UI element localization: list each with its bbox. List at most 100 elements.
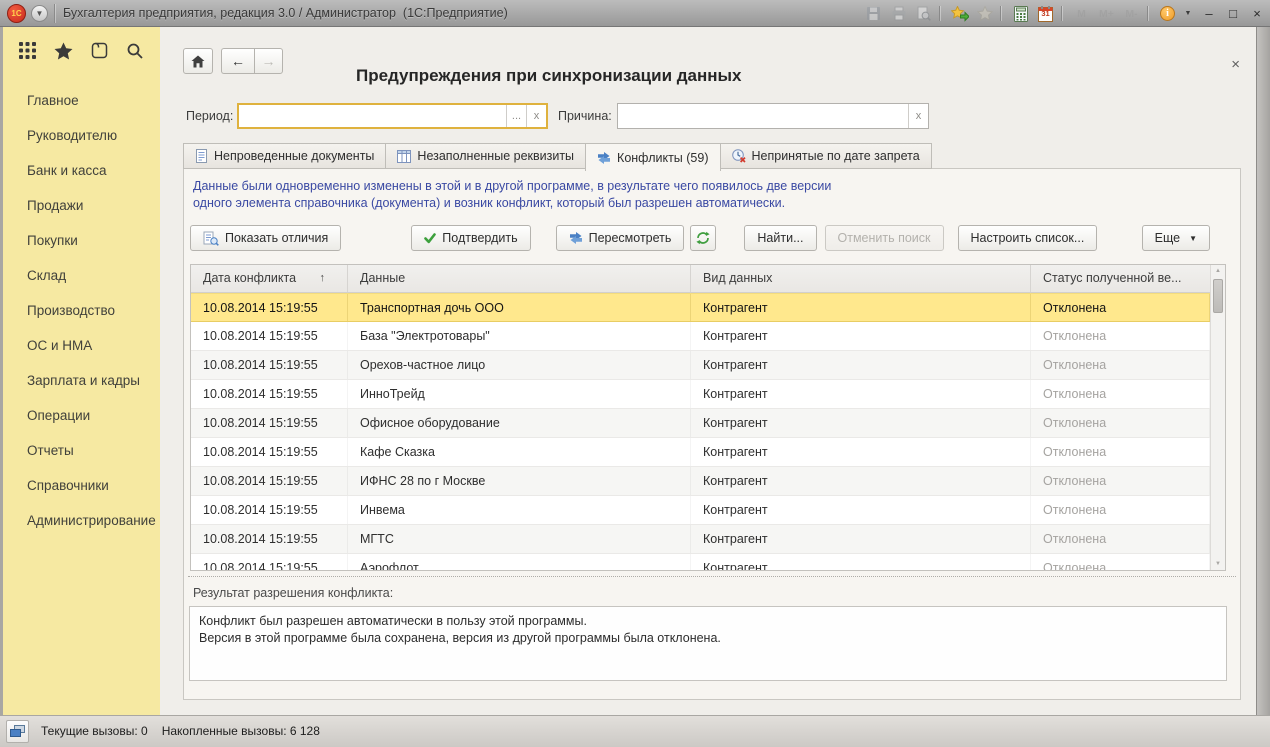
chevron-down-icon: ▼ xyxy=(36,9,44,18)
titlebar: 1С ▼ Бухгалтерия предприятия, редакция 3… xyxy=(0,0,1270,27)
sidebar-item-sales[interactable]: Продажи xyxy=(3,188,160,223)
calculator-icon[interactable] xyxy=(1010,4,1031,24)
divider xyxy=(1061,6,1062,21)
table-row[interactable]: 10.08.2014 15:19:55ИнвемаКонтрагентОткло… xyxy=(191,496,1225,525)
table-scrollbar[interactable]: ▲ ▼ xyxy=(1210,265,1225,570)
search-icon[interactable] xyxy=(126,42,144,60)
home-button[interactable] xyxy=(183,48,213,74)
sidebar-item-purchases[interactable]: Покупки xyxy=(3,223,160,258)
forward-button[interactable]: → xyxy=(254,48,283,74)
period-input[interactable] xyxy=(239,105,506,127)
form-close-icon[interactable]: × xyxy=(1231,58,1240,72)
partially-visible-row[interactable]: 10.08.2014 15:19:55АэрофлотКонтрагентОтк… xyxy=(191,554,1225,570)
more-button[interactable]: Еще▼ xyxy=(1142,225,1210,251)
window-scroll-area[interactable] xyxy=(1256,27,1270,715)
divider xyxy=(939,6,940,21)
back-arrow-icon: ← xyxy=(231,53,245,69)
column-header-status[interactable]: Статус полученной ве... xyxy=(1031,265,1210,292)
save-icon[interactable] xyxy=(863,4,884,24)
minimize-button[interactable]: – xyxy=(1200,5,1218,23)
tab-unposted-documents[interactable]: Непроведенные документы xyxy=(183,143,385,169)
table-row[interactable]: 10.08.2014 15:19:55МГТСКонтрагентОтклоне… xyxy=(191,525,1225,554)
call-counters: Текущие вызовы: 0 Накопленные вызовы: 6 1… xyxy=(41,716,334,747)
calendar-day-label: 31 xyxy=(1035,9,1056,18)
table-row[interactable]: 10.08.2014 15:19:55ИФНС 28 по г МосквеКо… xyxy=(191,467,1225,496)
print-preview-icon[interactable] xyxy=(913,4,934,24)
sidebar-item-bank-cash[interactable]: Банк и касса xyxy=(3,153,160,188)
chevron-down-icon: ▼ xyxy=(1189,234,1197,243)
table-row[interactable]: 10.08.2014 15:19:55Кафе СказкаКонтрагент… xyxy=(191,438,1225,467)
close-button[interactable]: × xyxy=(1248,5,1266,23)
column-header-kind[interactable]: Вид данных xyxy=(691,265,1031,292)
info-dropdown-button[interactable]: ▼ xyxy=(1182,4,1194,24)
reason-input[interactable] xyxy=(618,104,908,128)
favorites-star-icon[interactable] xyxy=(54,42,73,60)
confirm-button[interactable]: Подтвердить xyxy=(411,225,530,251)
table-row[interactable]: 10.08.2014 15:19:55ИнноТрейдКонтрагентОт… xyxy=(191,380,1225,409)
sidebar-item-warehouse[interactable]: Склад xyxy=(3,258,160,293)
sidebar-item-administration[interactable]: Администрирование xyxy=(3,503,160,538)
check-icon xyxy=(424,233,436,244)
section-sidebar: Главное Руководителю Банк и касса Продаж… xyxy=(0,27,160,715)
tab-rejected-by-date[interactable]: Непринятые по дате запрета xyxy=(721,143,932,169)
maximize-button[interactable]: □ xyxy=(1224,5,1242,23)
memory-plus-button[interactable]: M+ xyxy=(1096,4,1117,24)
find-button[interactable]: Найти... xyxy=(744,225,816,251)
favorites-icon[interactable] xyxy=(974,4,995,24)
history-scroll-icon[interactable] xyxy=(90,42,108,59)
info-icon[interactable]: i xyxy=(1157,4,1178,24)
print-icon[interactable] xyxy=(888,4,909,24)
calendar-icon[interactable]: 31 xyxy=(1035,4,1056,24)
server-calls-icon[interactable] xyxy=(6,720,29,743)
sidebar-item-manager[interactable]: Руководителю xyxy=(3,118,160,153)
tab-conflicts[interactable]: Конфликты (59) xyxy=(585,143,720,171)
scroll-up-icon[interactable]: ▲ xyxy=(1211,268,1225,274)
table-row[interactable]: 10.08.2014 15:19:55Офисное оборудованиеК… xyxy=(191,409,1225,438)
tab-unfilled-attributes[interactable]: Незаполненные реквизиты xyxy=(385,143,585,169)
sidebar-item-production[interactable]: Производство xyxy=(3,293,160,328)
reason-clear-button[interactable]: x xyxy=(908,104,928,128)
configure-list-button[interactable]: Настроить список... xyxy=(958,225,1098,251)
info-banner: Данные были одновременно изменены в этой… xyxy=(193,178,831,212)
sections-grid-icon[interactable] xyxy=(19,42,36,59)
table-row[interactable]: 10.08.2014 15:19:55База "Электротовары"К… xyxy=(191,322,1225,351)
table-icon xyxy=(397,150,411,163)
scroll-down-icon[interactable]: ▼ xyxy=(1211,561,1225,567)
sidebar-item-reports[interactable]: Отчеты xyxy=(3,433,160,468)
table-row[interactable]: 10.08.2014 15:19:55Транспортная дочь ООО… xyxy=(191,293,1225,322)
memory-recall-button[interactable]: M xyxy=(1071,4,1092,24)
table-header: Дата конфликта↑ Данные Вид данных Статус… xyxy=(191,265,1225,293)
period-label: Период: xyxy=(186,103,233,129)
forward-arrow-icon: → xyxy=(262,53,276,69)
splitter[interactable] xyxy=(188,576,1236,577)
cancel-search-button[interactable]: Отменить поиск xyxy=(825,225,944,251)
column-header-data[interactable]: Данные xyxy=(348,265,691,292)
show-differences-button[interactable]: Показать отличия xyxy=(190,225,341,251)
period-clear-button[interactable]: x xyxy=(526,105,546,127)
sidebar-item-main[interactable]: Главное xyxy=(3,83,160,118)
refresh-icon xyxy=(696,231,710,245)
conflict-sync-icon xyxy=(597,151,611,165)
period-choose-button[interactable]: ... xyxy=(506,105,526,127)
result-text-field[interactable]: Конфликт был разрешен автоматически в по… xyxy=(189,606,1227,681)
reason-label: Причина: xyxy=(558,103,612,129)
sidebar-item-operations[interactable]: Операции xyxy=(3,398,160,433)
period-field: ... x xyxy=(237,103,548,129)
review-button[interactable]: Пересмотреть xyxy=(556,225,685,251)
sidebar-item-fixed-assets[interactable]: ОС и НМА xyxy=(3,328,160,363)
divider xyxy=(54,4,55,23)
back-button[interactable]: ← xyxy=(221,48,254,74)
main-menu-button[interactable]: ▼ xyxy=(31,5,48,22)
tab-bar: Непроведенные документы Незаполненные ре… xyxy=(183,143,932,169)
statusbar: Текущие вызовы: 0 Накопленные вызовы: 6 1… xyxy=(0,715,1270,747)
memory-minus-button[interactable]: M- xyxy=(1121,4,1142,24)
table-row[interactable]: 10.08.2014 15:19:55Орехов-частное лицоКо… xyxy=(191,351,1225,380)
scrollbar-thumb[interactable] xyxy=(1213,279,1223,313)
sidebar-item-salary-hr[interactable]: Зарплата и кадры xyxy=(3,363,160,398)
add-favorite-icon[interactable] xyxy=(949,4,970,24)
sidebar-item-directories[interactable]: Справочники xyxy=(3,468,160,503)
accumulated-calls: Накопленные вызовы: 6 128 xyxy=(162,724,320,738)
current-calls: Текущие вызовы: 0 xyxy=(41,724,148,738)
column-header-date[interactable]: Дата конфликта↑ xyxy=(191,265,348,292)
refresh-button[interactable] xyxy=(690,225,716,251)
